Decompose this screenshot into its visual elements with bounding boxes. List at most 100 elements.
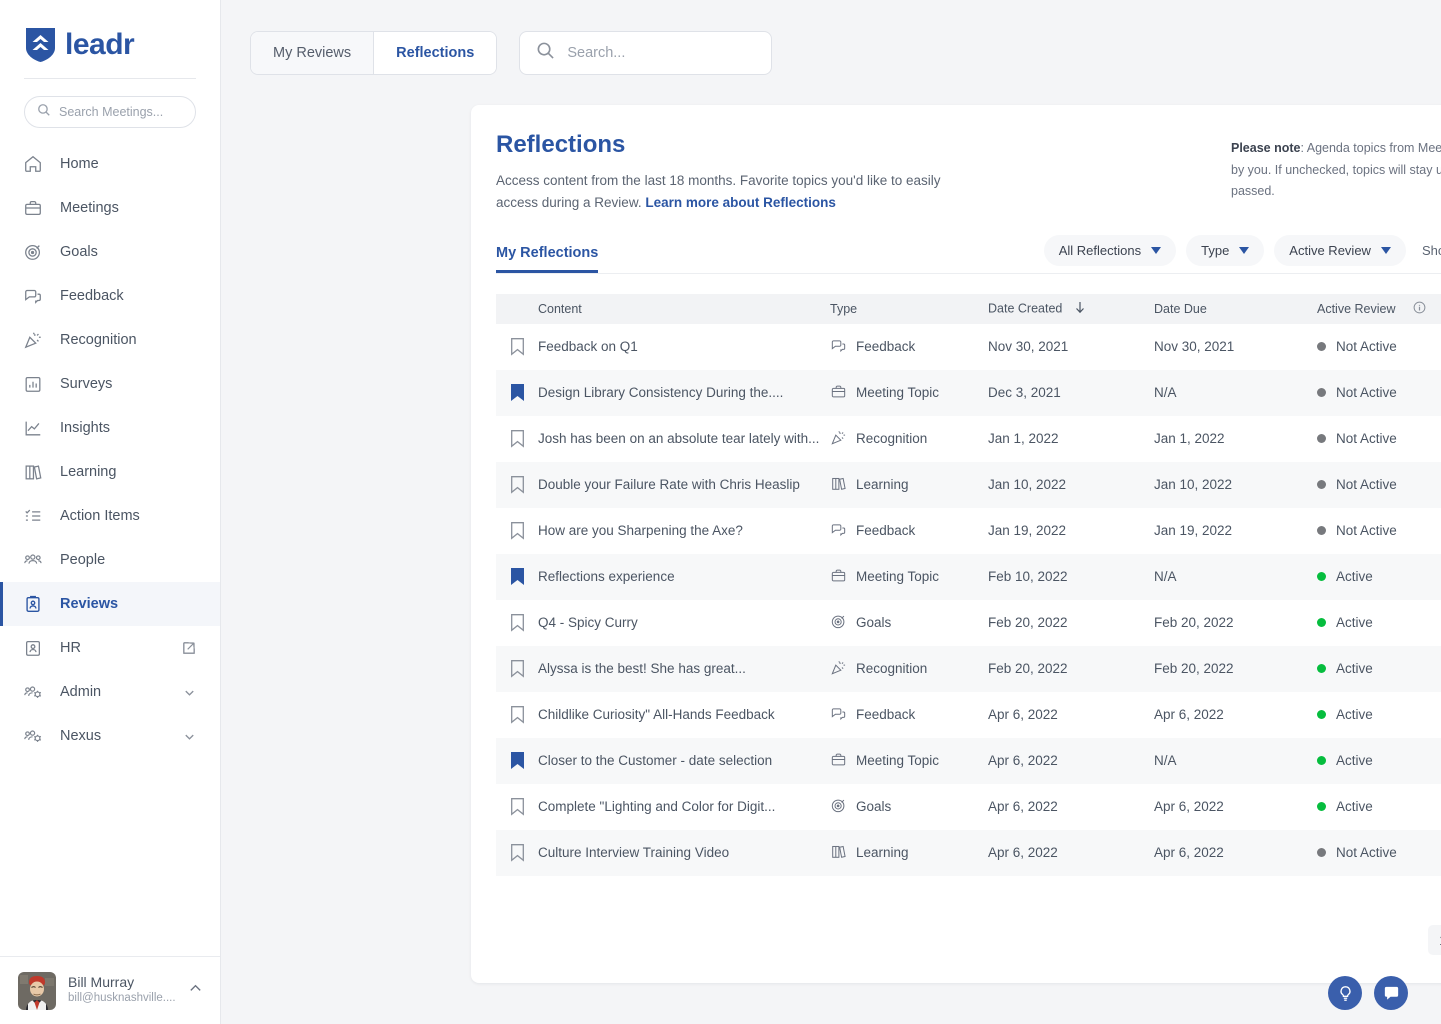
sidebar-item-nexus[interactable]: Nexus	[0, 714, 220, 758]
table-row[interactable]: Reflections experience Meeting Topic Feb 1…	[496, 553, 1441, 600]
bookmark-icon[interactable]	[496, 751, 538, 770]
table-row[interactable]: How are you Sharpening the Axe? Feedback J…	[496, 508, 1441, 554]
sidebar-item-label: Insights	[60, 420, 110, 436]
learn-more-link[interactable]: Learn more about Reflections	[645, 195, 836, 210]
bookmark-icon[interactable]	[496, 705, 538, 724]
filter-label: Type	[1201, 242, 1230, 258]
cell-type-label: Learning	[856, 845, 909, 861]
sidebar-item-people[interactable]: People	[0, 538, 220, 582]
cell-date-created: Jan 1, 2022	[988, 431, 1059, 447]
view-tabs: My Reviews Reflections	[250, 30, 498, 75]
books-icon	[830, 843, 847, 863]
bookmark-icon[interactable]	[496, 567, 538, 586]
bookmark-icon[interactable]	[496, 337, 538, 356]
sidebar-nav: Home Meetings Goals Feedback Recognition…	[0, 142, 220, 956]
tab-my-reflections[interactable]: My Reflections	[496, 244, 599, 273]
bookmark-icon[interactable]	[496, 797, 538, 816]
confetti-icon	[830, 659, 847, 679]
bookmark-icon[interactable]	[496, 613, 538, 632]
chat-bubbles-icon	[830, 705, 847, 725]
sidebar-item-home[interactable]: Home	[0, 142, 220, 186]
sidebar-item-label: Learning	[60, 464, 117, 480]
page-select[interactable]: 1	[1428, 925, 1441, 955]
help-tips-button[interactable]	[1328, 976, 1362, 1010]
sidebar-item-insights[interactable]: Insights	[0, 406, 220, 450]
cell-active-review: Active	[1317, 799, 1441, 814]
bookmark-icon[interactable]	[496, 659, 538, 678]
sidebar-item-goals[interactable]: Goals	[0, 230, 220, 274]
table-body: Feedback on Q1 Feedback Nov 30, 2021 Nov 30…	[496, 324, 1441, 876]
cell-date-created: Feb 20, 2022	[988, 615, 1068, 631]
header-type[interactable]: Type	[830, 302, 988, 316]
cell-date-due: Feb 20, 2022	[1154, 615, 1234, 631]
bookmark-icon[interactable]	[496, 843, 538, 862]
info-icon[interactable]	[1413, 301, 1426, 317]
header-active-review[interactable]: Active Review	[1317, 301, 1441, 317]
bookmark-icon[interactable]	[496, 429, 538, 448]
filter-active-review[interactable]: Active Review	[1274, 234, 1406, 266]
table-row[interactable]: Closer to the Customer - date selection M…	[496, 737, 1441, 784]
floating-action-buttons	[1328, 976, 1408, 1010]
table-row[interactable]: Josh has been on an absolute tear lately…	[496, 416, 1441, 462]
main-content: My Reviews Reflections Search... Reflect…	[221, 0, 1441, 1024]
tab-label: My Reflections	[496, 244, 599, 261]
cell-type-label: Feedback	[856, 339, 916, 355]
chat-support-button[interactable]	[1374, 976, 1408, 1010]
people-icon	[22, 549, 44, 571]
table-row[interactable]: Q4 - Spicy Curry Goals Feb 20, 2022 Feb 20,…	[496, 600, 1441, 646]
status-badge: Active	[1336, 615, 1373, 631]
sidebar-item-recognition[interactable]: Recognition	[0, 318, 220, 362]
bookmark-icon[interactable]	[496, 521, 538, 540]
user-profile[interactable]: Bill Murray bill@husknashville....	[0, 956, 220, 1024]
chevron-down-icon[interactable]	[183, 686, 196, 699]
cell-content: Childlike Curiosity" All-Hands Feedback	[538, 707, 775, 723]
filter-type[interactable]: Type	[1186, 234, 1265, 266]
status-dot	[1317, 664, 1326, 674]
table-row[interactable]: Childlike Curiosity" All-Hands Feedback F…	[496, 692, 1441, 738]
sidebar-item-learning[interactable]: Learning	[0, 450, 220, 494]
header-date-due[interactable]: Date Due	[1154, 302, 1317, 316]
cell-date-created: Jan 10, 2022	[988, 477, 1067, 493]
cell-date-created: Dec 3, 2021	[988, 385, 1061, 401]
sidebar-search-input[interactable]: Search Meetings...	[24, 96, 196, 128]
sidebar-item-reviews[interactable]: Reviews	[0, 582, 220, 626]
bookmark-icon[interactable]	[496, 475, 538, 494]
table-row[interactable]: Culture Interview Training Video Learning…	[496, 829, 1441, 876]
sidebar-item-meetings[interactable]: Meetings	[0, 186, 220, 230]
sidebar-item-label: Recognition	[60, 332, 137, 348]
table-row[interactable]: Double your Failure Rate with Chris Heas…	[496, 461, 1441, 508]
cell-type-label: Recognition	[856, 661, 928, 677]
bar-chart-icon	[22, 373, 44, 395]
header-date-created[interactable]: Date Created	[988, 301, 1154, 317]
tab-reflections[interactable]: Reflections	[373, 31, 497, 74]
cell-type: Recognition	[830, 659, 988, 679]
cell-content: Complete "Lighting and Color for Digit..…	[538, 799, 776, 815]
bookmark-icon[interactable]	[496, 383, 538, 402]
content-tabs: My Reflections All Reflections Type Acti…	[496, 234, 1441, 274]
sidebar-item-admin[interactable]: Admin	[0, 670, 220, 714]
cell-active-review: Active	[1317, 569, 1441, 584]
top-bar: My Reviews Reflections Search...	[221, 0, 1441, 105]
cell-type: Feedback	[830, 521, 988, 541]
sidebar-item-label: Goals	[60, 244, 98, 260]
sidebar-item-hr[interactable]: HR	[0, 626, 220, 670]
table-row[interactable]: Design Library Consistency During the...…	[496, 369, 1441, 416]
search-input[interactable]: Search...	[519, 30, 773, 75]
table-row[interactable]: Feedback on Q1 Feedback Nov 30, 2021 Nov 30…	[496, 324, 1441, 370]
tab-my-reviews[interactable]: My Reviews	[251, 31, 374, 74]
filter-all-reflections[interactable]: All Reflections	[1043, 234, 1177, 266]
table-row[interactable]: Alyssa is the best! She has great... Reco…	[496, 645, 1441, 692]
filter-label: All Reflections	[1058, 242, 1142, 258]
sidebar-item-surveys[interactable]: Surveys	[0, 362, 220, 406]
sidebar-item-action-items[interactable]: Action Items	[0, 494, 220, 538]
chevron-down-icon[interactable]	[183, 730, 196, 743]
chevron-up-icon[interactable]	[188, 981, 203, 1001]
user-email: bill@husknashville....	[68, 992, 176, 1005]
cell-active-review: Active	[1317, 707, 1441, 722]
sidebar-item-feedback[interactable]: Feedback	[0, 274, 220, 318]
table-row[interactable]: Complete "Lighting and Color for Digit..…	[496, 784, 1441, 830]
brand-logo[interactable]: leadr	[0, 0, 220, 66]
external-link-icon[interactable]	[182, 641, 196, 655]
header-content[interactable]: Content	[538, 302, 830, 316]
cell-content: Alyssa is the best! She has great...	[538, 661, 746, 677]
